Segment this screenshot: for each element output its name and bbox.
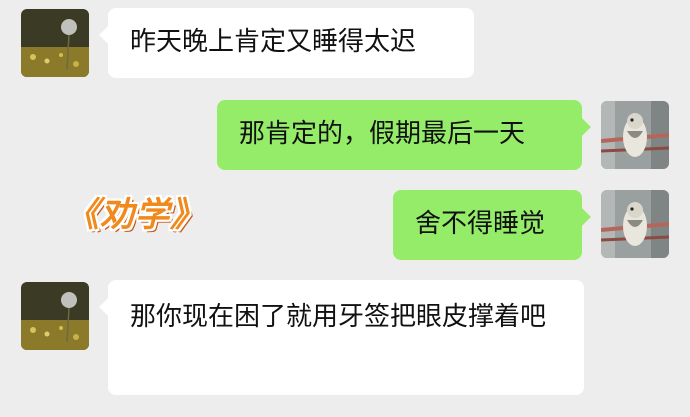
bird-photo-icon [601,190,669,258]
message-bubble-sent[interactable]: 那肯定的，假期最后一天 [217,100,591,170]
message-text: 那肯定的，假期最后一天 [239,119,526,149]
avatar-dandelion[interactable] [21,9,89,77]
message-text: 舍不得睡觉 [415,209,546,239]
message-text: 那你现在困了就用牙签把眼皮撑着吧 [130,302,547,332]
caption-title: 《劝学》 [65,195,205,235]
avatar-bird[interactable] [601,101,669,169]
avatar-dandelion[interactable] [21,282,89,350]
message-bubble-received[interactable]: 那你现在困了就用牙签把眼皮撑着吧 [99,280,584,395]
message-bubble-sent[interactable]: 舍不得睡觉 [393,190,591,260]
dandelion-photo-icon [21,282,89,350]
avatar-bird[interactable] [601,190,669,258]
dandelion-photo-icon [21,9,89,77]
message-text: 昨天晚上肯定又睡得太迟 [130,27,417,57]
bird-photo-icon [601,101,669,169]
message-bubble-received[interactable]: 昨天晚上肯定又睡得太迟 [99,8,474,78]
